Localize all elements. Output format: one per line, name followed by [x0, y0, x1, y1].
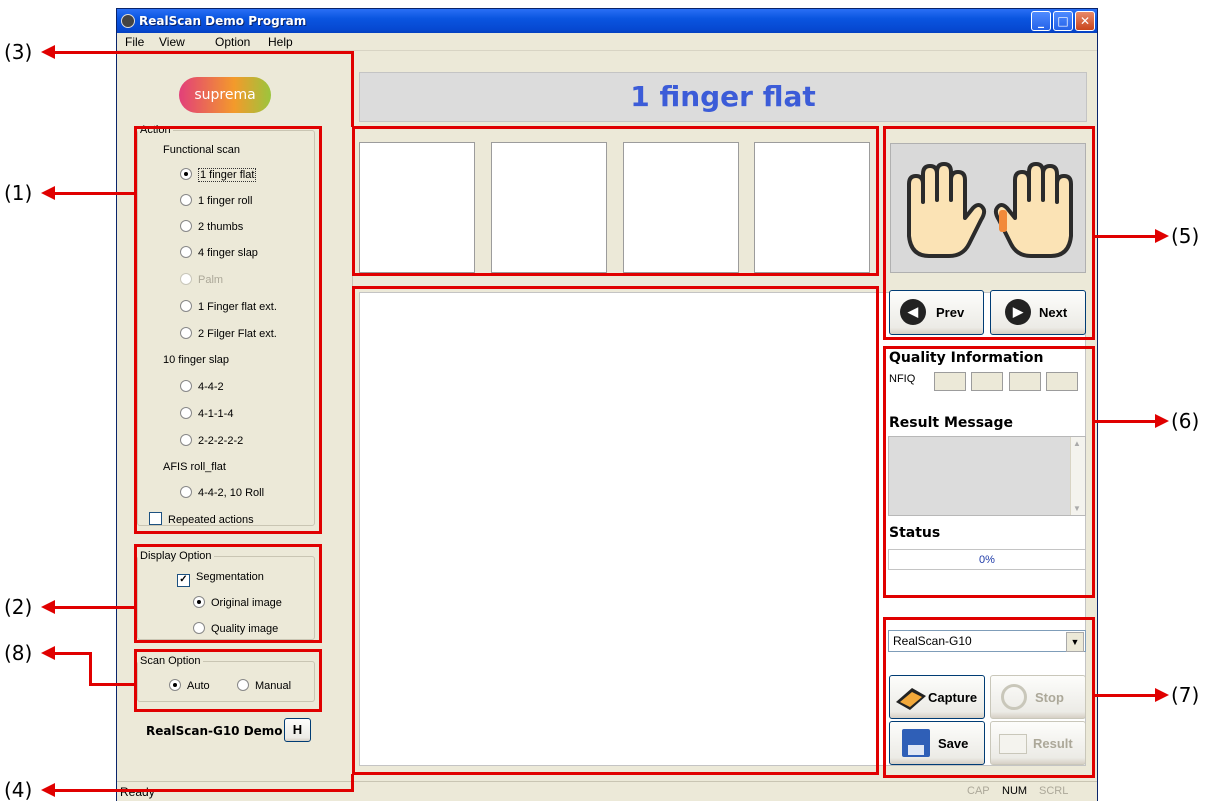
- annotation-label-7: (7): [1171, 683, 1200, 707]
- window-title: RealScan Demo Program: [139, 14, 307, 28]
- close-button[interactable]: ✕: [1075, 11, 1095, 31]
- menu-bar: File View Option Help: [117, 33, 1097, 51]
- annotation-line-8c: [89, 683, 136, 686]
- num-indicator: NUM: [1002, 785, 1028, 797]
- arrow-right-icon: [1155, 229, 1169, 243]
- maximize-button[interactable]: □: [1053, 11, 1073, 31]
- annotation-label-6: (6): [1171, 409, 1200, 433]
- arrow-left-icon: [41, 186, 55, 200]
- annotation-line-6: [1095, 420, 1157, 423]
- app-icon: [121, 14, 135, 28]
- annotation-box-4: [352, 286, 879, 775]
- annotation-line-4-vertical: [351, 774, 354, 792]
- annotation-box-3: [352, 126, 879, 276]
- menu-file[interactable]: File: [125, 35, 144, 49]
- annotation-line-8a: [54, 652, 92, 655]
- annotation-line-4: [54, 789, 354, 792]
- arrow-left-icon: [41, 45, 55, 59]
- arrow-left-icon: [41, 783, 55, 797]
- minimize-button[interactable]: _: [1031, 11, 1051, 31]
- annotation-box-2: [134, 544, 322, 643]
- arrow-left-icon: [41, 646, 55, 660]
- annotation-box-1: [134, 126, 322, 534]
- annotation-line-2: [54, 606, 136, 609]
- status-text: Ready: [120, 785, 155, 799]
- annotation-label-2: (2): [4, 595, 33, 619]
- annotation-line-5: [1095, 235, 1157, 238]
- suprema-logo: suprema: [179, 77, 271, 113]
- annotation-label-5: (5): [1171, 224, 1200, 248]
- annotation-box-8: [134, 649, 322, 712]
- annotation-box-6: [883, 346, 1095, 598]
- menu-option[interactable]: Option: [215, 35, 250, 49]
- scrl-indicator: SCRL: [1039, 785, 1069, 797]
- annotation-box-7: [883, 617, 1095, 778]
- arrow-left-icon: [41, 600, 55, 614]
- arrow-right-icon: [1155, 414, 1169, 428]
- annotation-label-4: (4): [4, 778, 33, 802]
- h-button[interactable]: H: [284, 718, 311, 742]
- annotation-box-5: [883, 126, 1095, 340]
- menu-help[interactable]: Help: [268, 35, 293, 49]
- menu-view[interactable]: View: [159, 35, 185, 49]
- annotation-label-8: (8): [4, 641, 33, 665]
- annotation-label-3: (3): [4, 40, 33, 64]
- cap-indicator: CAP: [967, 785, 990, 797]
- arrow-right-icon: [1155, 688, 1169, 702]
- mode-title: 1 finger flat: [359, 72, 1087, 122]
- device-label: RealScan-G10 Demo: [146, 724, 283, 738]
- annotation-line-8b: [89, 652, 92, 686]
- annotation-line-7: [1095, 694, 1157, 697]
- title-bar[interactable]: RealScan Demo Program _ □ ✕: [117, 9, 1097, 33]
- annotation-line-1: [54, 192, 136, 195]
- annotation-line-3: [54, 51, 354, 54]
- annotation-line-3-vertical: [351, 51, 354, 127]
- annotation-label-1: (1): [4, 181, 33, 205]
